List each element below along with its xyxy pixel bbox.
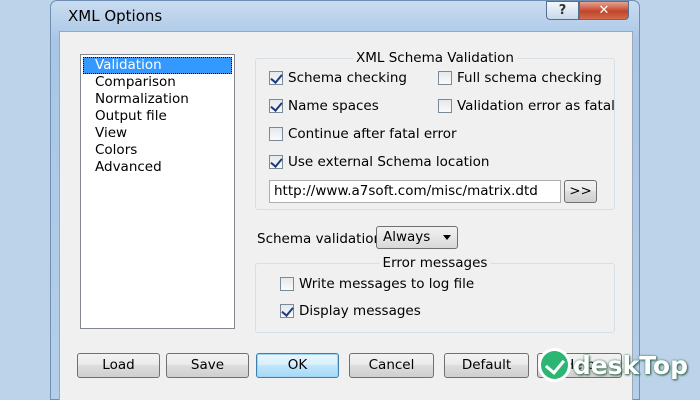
write-log-checkbox[interactable]: Write messages to log file xyxy=(280,275,474,293)
error-messages-group-title: Error messages xyxy=(379,255,491,271)
close-icon[interactable]: ✕ xyxy=(579,1,629,20)
cancel-button[interactable]: Cancel xyxy=(349,353,434,378)
schema-validation-select[interactable]: Always xyxy=(376,226,458,249)
xml-options-dialog: XML Options ? ✕ Validation Comparison No… xyxy=(50,0,640,400)
full-schema-checking-checkbox[interactable]: Full schema checking xyxy=(438,69,602,87)
schema-validation-group: XML Schema Validation Schema checking Fu… xyxy=(255,50,615,210)
schema-validation-group-title: XML Schema Validation xyxy=(353,50,517,66)
schema-validation-value: Always xyxy=(383,229,431,245)
write-log-label: Write messages to log file xyxy=(299,276,475,292)
full-schema-checking-label: Full schema checking xyxy=(457,70,602,86)
checkbox-unchecked-icon xyxy=(438,99,452,113)
display-messages-checkbox[interactable]: Display messages xyxy=(280,302,421,320)
use-external-schema-checkbox[interactable]: Use external Schema location xyxy=(269,153,490,171)
schema-checking-label: Schema checking xyxy=(288,70,407,86)
category-item-advanced[interactable]: Advanced xyxy=(83,159,232,176)
title-bar[interactable]: XML Options ? ✕ xyxy=(51,1,639,31)
use-external-schema-label: Use external Schema location xyxy=(288,154,490,170)
category-item-view[interactable]: View xyxy=(83,125,232,142)
ok-button[interactable]: OK xyxy=(256,353,339,378)
schema-validation-label: Schema validation: xyxy=(257,231,387,247)
load-button[interactable]: Load xyxy=(77,353,160,378)
category-item-validation[interactable]: Validation xyxy=(83,57,232,74)
category-item-colors[interactable]: Colors xyxy=(83,142,232,159)
checkbox-checked-icon xyxy=(269,99,283,113)
continue-after-fatal-label: Continue after fatal error xyxy=(288,126,457,142)
name-spaces-label: Name spaces xyxy=(288,98,379,114)
schema-checking-checkbox[interactable]: Schema checking xyxy=(269,69,407,87)
window-title: XML Options xyxy=(68,7,163,25)
error-messages-group: Error messages Write messages to log fil… xyxy=(255,255,615,333)
name-spaces-checkbox[interactable]: Name spaces xyxy=(269,97,379,115)
default-button[interactable]: Default xyxy=(444,353,529,378)
continue-after-fatal-checkbox[interactable]: Continue after fatal error xyxy=(269,125,457,143)
checkbox-unchecked-icon xyxy=(269,127,283,141)
checkbox-checked-icon xyxy=(269,155,283,169)
category-item-comparison[interactable]: Comparison xyxy=(83,74,232,91)
validation-error-fatal-label: Validation error as fatal xyxy=(457,98,615,114)
chevron-down-icon xyxy=(443,235,451,240)
checkbox-checked-icon xyxy=(280,304,294,318)
checkbox-unchecked-icon xyxy=(280,277,294,291)
browse-schema-button[interactable]: >> xyxy=(564,180,597,203)
watermark-logo-icon xyxy=(538,348,571,382)
save-button[interactable]: Save xyxy=(166,353,249,378)
watermark: deskTop xyxy=(538,344,688,386)
checkbox-checked-icon xyxy=(269,71,283,85)
category-list[interactable]: Validation Comparison Normalization Outp… xyxy=(80,54,235,329)
watermark-text: deskTop xyxy=(572,350,688,380)
category-item-normalization[interactable]: Normalization xyxy=(83,91,232,108)
validation-error-fatal-checkbox[interactable]: Validation error as fatal xyxy=(438,97,615,115)
help-icon[interactable]: ? xyxy=(546,1,579,20)
display-messages-label: Display messages xyxy=(299,303,421,319)
schema-location-input[interactable]: http://www.a7soft.com/misc/matrix.dtd xyxy=(269,180,561,203)
checkbox-unchecked-icon xyxy=(438,71,452,85)
category-item-output-file[interactable]: Output file xyxy=(83,108,232,125)
